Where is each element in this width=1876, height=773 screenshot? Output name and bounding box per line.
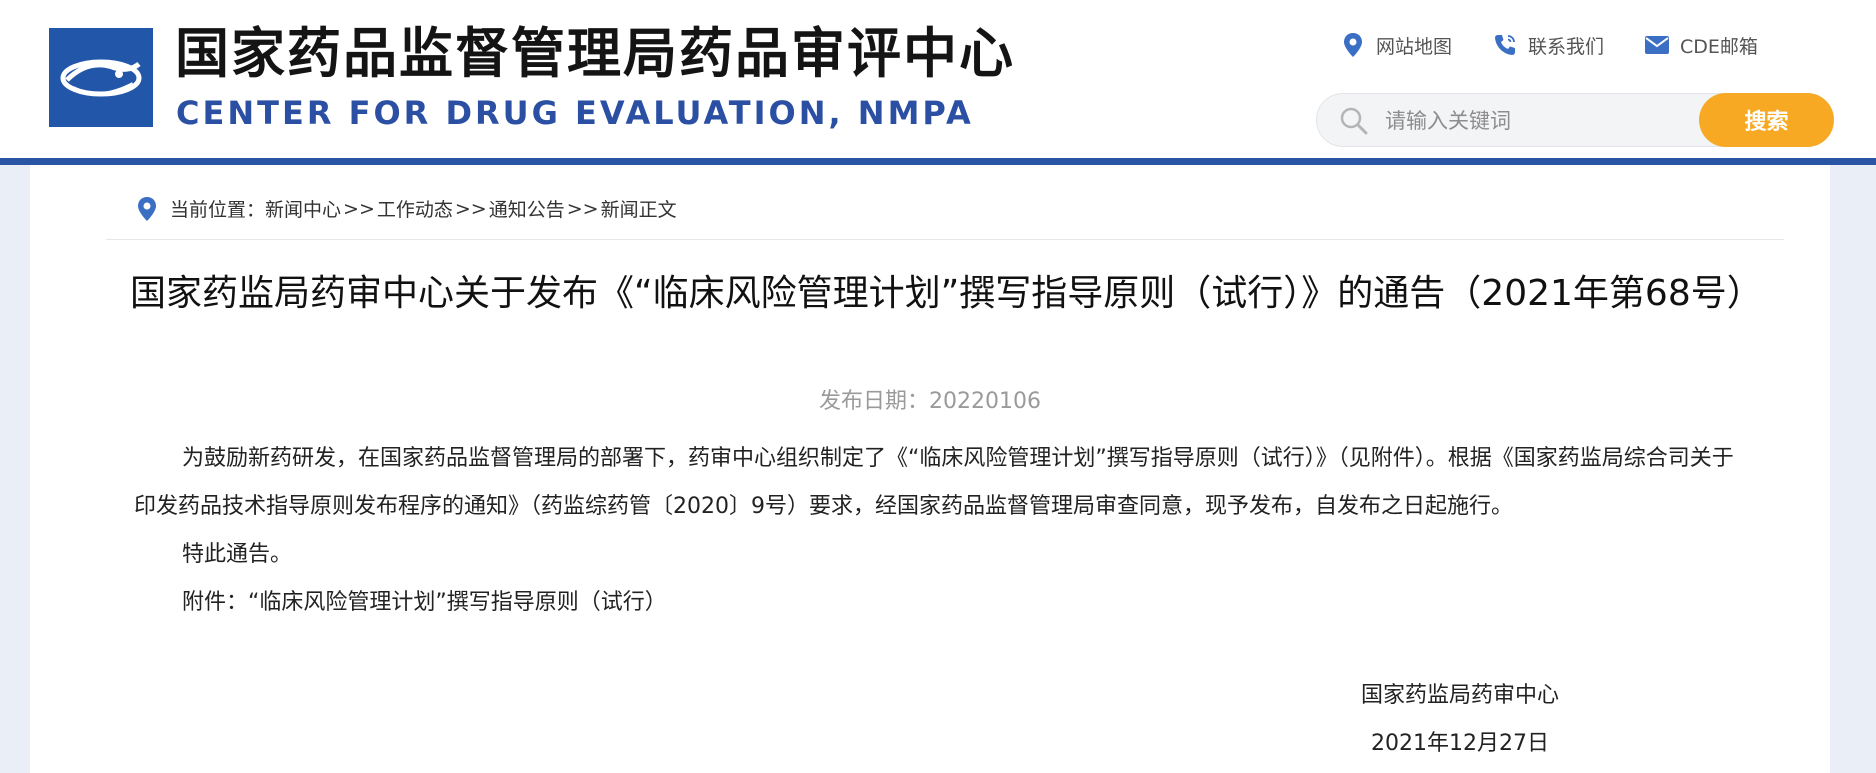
article-panel: 当前位置： 新闻中心 >> 工作动态 >> 通知公告 >> 新闻正文 国家药监局… xyxy=(30,165,1830,773)
search-input[interactable] xyxy=(1383,102,1687,140)
phone-icon xyxy=(1492,32,1518,58)
article-body: 为鼓励新药研发，在国家药品监督管理局的部署下，药审中心组织制定了《“临床风险管理… xyxy=(134,435,1754,627)
breadcrumb-divider xyxy=(106,239,1784,240)
breadcrumb-item-notices[interactable]: 通知公告 xyxy=(489,195,565,222)
breadcrumb: 当前位置： 新闻中心 >> 工作动态 >> 通知公告 >> 新闻正文 xyxy=(136,195,677,222)
cde-mail-link[interactable]: CDE邮箱 xyxy=(1644,32,1758,59)
top-links: 网站地图 联系我们 CDE邮箱 xyxy=(1340,30,1758,60)
location-pin-icon xyxy=(138,196,156,221)
breadcrumb-separator: >> xyxy=(343,197,375,220)
mail-icon xyxy=(1644,32,1670,58)
signature-block: 国家药监局药审中心 2021年12月27日 xyxy=(1330,672,1590,768)
sitemap-link[interactable]: 网站地图 xyxy=(1340,32,1452,59)
breadcrumb-item-current: 新闻正文 xyxy=(600,199,677,221)
cde-mail-link-label: CDE邮箱 xyxy=(1680,35,1758,58)
contact-link[interactable]: 联系我们 xyxy=(1492,32,1604,59)
logo-emblem-icon xyxy=(49,28,153,127)
search-button[interactable]: 搜索 xyxy=(1699,93,1834,147)
site-logo[interactable] xyxy=(49,28,153,127)
signature-date: 2021年12月27日 xyxy=(1371,731,1549,756)
attachment-label: 附件： xyxy=(182,590,249,615)
breadcrumb-item-work-updates[interactable]: 工作动态 xyxy=(377,195,453,222)
breadcrumb-item-news-center[interactable]: 新闻中心 xyxy=(265,195,341,222)
search-icon xyxy=(1339,106,1369,136)
article-title: 国家药监局药审中心关于发布《“临床风险管理计划”撰写指导原则（试行）》的通告（2… xyxy=(130,273,1763,314)
site-subtitle: CENTER FOR DRUG EVALUATION, NMPA xyxy=(176,94,974,132)
breadcrumb-prefix: 当前位置： xyxy=(170,199,266,221)
location-pin-icon xyxy=(1340,32,1366,58)
site-title: 国家药品监督管理局药品审评中心 xyxy=(175,22,1015,85)
sitemap-link-label: 网站地图 xyxy=(1376,35,1453,58)
signature-org: 国家药监局药审中心 xyxy=(1360,683,1559,708)
contact-link-label: 联系我们 xyxy=(1528,35,1605,58)
site-header: 国家药品监督管理局药品审评中心 CENTER FOR DRUG EVALUATI… xyxy=(0,0,1876,158)
header-divider-bar xyxy=(0,158,1876,165)
breadcrumb-separator: >> xyxy=(454,197,487,220)
attachment-link[interactable]: “临床风险管理计划”撰写指导原则（试行） xyxy=(248,590,667,615)
publish-date: 发布日期：20220106 xyxy=(819,389,1041,414)
attachment-line: 附件：“临床风险管理计划”撰写指导原则（试行） xyxy=(134,579,1754,627)
breadcrumb-separator: >> xyxy=(566,197,599,220)
article-paragraph: 特此通告。 xyxy=(182,542,293,567)
article-paragraph: 为鼓励新药研发，在国家药品监督管理局的部署下，药审中心组织制定了《“临床风险管理… xyxy=(134,446,1734,519)
